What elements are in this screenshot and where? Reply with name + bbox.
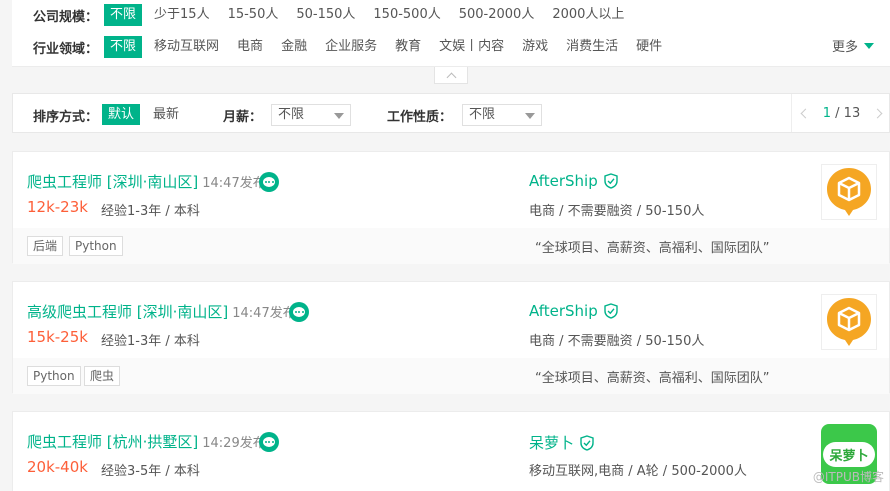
company-info: 电商 / 不需要融资 / 50-150人 <box>529 204 705 219</box>
company-name-link[interactable]: 呆萝卜 <box>529 432 594 453</box>
job-tag[interactable]: 爬虫 <box>84 366 121 386</box>
watermark: @ITPUB博客 <box>812 470 884 484</box>
company-size-filter: 公司规模： 不限 少于15人 15-50人 50-150人 150-500人 5… <box>33 4 636 26</box>
sort-default-button[interactable]: 默认 <box>102 104 141 125</box>
collapse-filters-button[interactable] <box>434 67 468 84</box>
company-info: 移动互联网,电商 / A轮 / 500-2000人 <box>529 464 747 479</box>
job-card-main: 爬虫工程师 [杭州·拱墅区] 14:29发布 20k-40k 经验3-5年 / 本… <box>13 412 889 488</box>
company-size-label: 公司规模： <box>33 9 99 25</box>
job-title-link[interactable]: 高级爬虫工程师 [深圳·南山区] 14:47发布 <box>27 301 296 322</box>
more-industries-link[interactable]: 更多 <box>832 36 874 55</box>
company-slogan: “全球项目、高薪资、高福利、国际团队” <box>535 241 770 256</box>
sort-label: 排序方式： <box>33 110 99 125</box>
job-card-footer: 后端 Python “全球项目、高薪资、高福利、国际团队” <box>13 228 889 264</box>
dropdown-arrow-icon <box>525 113 535 119</box>
salary-select-value: 不限 <box>278 107 305 122</box>
size-option-15-50[interactable]: 15-50人 <box>222 4 285 26</box>
company-name-link[interactable]: AfterShip <box>529 172 618 190</box>
job-requirements: 经验1-3年 / 本科 <box>101 334 200 349</box>
publish-time: 14:47发布 <box>232 306 296 321</box>
company-logo[interactable] <box>821 164 877 220</box>
caret-down-icon <box>864 42 874 49</box>
industry-option-finance[interactable]: 金融 <box>275 36 313 58</box>
salary: 15k-25k <box>27 328 88 346</box>
job-title: 爬虫工程师 [杭州·拱墅区] <box>27 433 199 451</box>
job-title-link[interactable]: 爬虫工程师 [杭州·拱墅区] 14:29发布 <box>27 431 266 452</box>
chat-icon[interactable] <box>259 432 279 452</box>
chat-icon[interactable] <box>289 302 309 322</box>
publish-time: 14:47发布 <box>202 176 266 191</box>
company-name: AfterShip <box>529 302 598 320</box>
industry-option-any[interactable]: 不限 <box>104 36 143 58</box>
chat-icon[interactable] <box>259 172 279 192</box>
job-card[interactable]: 爬虫工程师 [杭州·拱墅区] 14:29发布 20k-40k 经验3-5年 / 本… <box>12 411 890 491</box>
next-page-icon[interactable] <box>872 108 883 118</box>
salary-select[interactable]: 不限 <box>271 104 351 126</box>
job-card-main: 爬虫工程师 [深圳·南山区] 14:47发布 12k-23k 经验1-3年 / 本… <box>13 152 889 228</box>
company-name: 呆萝卜 <box>529 434 575 452</box>
dropdown-arrow-icon <box>334 113 344 119</box>
worktype-select[interactable]: 不限 <box>462 104 542 126</box>
job-requirements: 经验1-3年 / 本科 <box>101 204 200 219</box>
job-title: 爬虫工程师 [深圳·南山区] <box>27 173 199 191</box>
industry-option-entertainment[interactable]: 文娱丨内容 <box>433 36 510 58</box>
verified-shield-icon <box>580 434 594 451</box>
job-card-footer: Python 爬虫 “全球项目、高薪资、高福利、国际团队” <box>13 358 889 394</box>
job-card[interactable]: 爬虫工程师 [深圳·南山区] 14:47发布 12k-23k 经验1-3年 / 本… <box>12 151 890 264</box>
industry-option-hardware[interactable]: 硬件 <box>630 36 668 58</box>
company-slogan: “全球项目、高薪资、高福利、国际团队” <box>535 371 770 386</box>
chevron-up-icon <box>446 72 456 82</box>
job-card[interactable]: 高级爬虫工程师 [深圳·南山区] 14:47发布 15k-25k 经验1-3年 /… <box>12 281 890 394</box>
salary: 12k-23k <box>27 198 88 216</box>
company-logo-text: 呆萝卜 <box>823 441 875 467</box>
verified-shield-icon <box>604 173 618 189</box>
salary: 20k-40k <box>27 458 88 476</box>
job-title: 高级爬虫工程师 [深圳·南山区] <box>27 303 229 321</box>
size-option-150-500[interactable]: 150-500人 <box>367 4 446 26</box>
total-pages: / 13 <box>835 105 861 121</box>
company-logo[interactable] <box>821 294 877 350</box>
size-option-500-2000[interactable]: 500-2000人 <box>453 4 541 26</box>
pagination: 1 / 13 <box>791 94 890 132</box>
size-option-lt15[interactable]: 少于15人 <box>148 4 216 26</box>
salary-label: 月薪： <box>223 110 263 125</box>
job-requirements: 经验3-5年 / 本科 <box>101 464 200 479</box>
sort-latest-button[interactable]: 最新 <box>147 104 185 125</box>
industry-option-ecommerce[interactable]: 电商 <box>231 36 269 58</box>
industry-option-education[interactable]: 教育 <box>389 36 427 58</box>
industry-option-mobile[interactable]: 移动互联网 <box>148 36 225 58</box>
job-title-link[interactable]: 爬虫工程师 [深圳·南山区] 14:47发布 <box>27 171 266 192</box>
aftership-logo-icon <box>827 298 871 346</box>
verified-shield-icon <box>604 303 618 319</box>
aftership-logo-icon <box>827 168 871 216</box>
current-page: 1 <box>822 105 832 121</box>
company-name-link[interactable]: AfterShip <box>529 302 618 320</box>
job-tag[interactable]: Python <box>27 366 81 386</box>
company-name: AfterShip <box>529 172 598 190</box>
industry-filter: 行业领域： 不限 移动互联网 电商 金融 企业服务 教育 文娱丨内容 游戏 消费… <box>33 36 674 58</box>
worktype-label: 工作性质： <box>387 110 453 125</box>
company-info: 电商 / 不需要融资 / 50-150人 <box>529 334 705 349</box>
industry-option-consumer[interactable]: 消费生活 <box>560 36 624 58</box>
job-tag[interactable]: 后端 <box>27 236 64 256</box>
worktype-select-value: 不限 <box>469 107 496 122</box>
industry-option-enterprise[interactable]: 企业服务 <box>319 36 383 58</box>
prev-page-icon[interactable] <box>800 108 811 118</box>
job-tag[interactable]: Python <box>69 236 123 256</box>
size-option-gt2000[interactable]: 2000人以上 <box>546 4 630 26</box>
sort-bar: 排序方式： 默认 最新 月薪： 不限 工作性质： 不限 1 / 13 <box>12 93 890 133</box>
filter-panel: 公司规模： 不限 少于15人 15-50人 50-150人 150-500人 5… <box>12 0 890 67</box>
size-option-50-150[interactable]: 50-150人 <box>290 4 361 26</box>
size-option-any[interactable]: 不限 <box>104 4 143 26</box>
more-label: 更多 <box>831 40 858 55</box>
job-card-main: 高级爬虫工程师 [深圳·南山区] 14:47发布 15k-25k 经验1-3年 /… <box>13 282 889 358</box>
industry-option-games[interactable]: 游戏 <box>516 36 554 58</box>
industry-label: 行业领域： <box>33 41 99 57</box>
publish-time: 14:29发布 <box>202 436 266 451</box>
